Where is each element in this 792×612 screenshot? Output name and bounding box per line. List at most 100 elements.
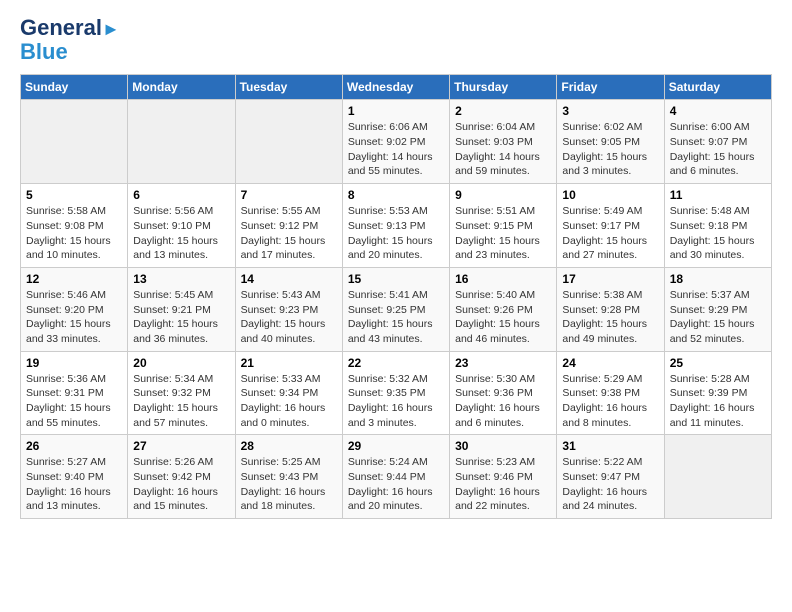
day-info-line: Daylight: 14 hours [348,150,444,165]
day-info-line: and 43 minutes. [348,332,444,347]
day-number: 23 [455,356,551,370]
day-cell: 5Sunrise: 5:58 AMSunset: 9:08 PMDaylight… [21,184,128,268]
week-row-1: 1Sunrise: 6:06 AMSunset: 9:02 PMDaylight… [21,100,772,184]
day-info-line: Daylight: 15 hours [670,317,766,332]
day-info-line: Daylight: 15 hours [26,401,122,416]
day-info-line: Sunset: 9:13 PM [348,219,444,234]
day-info-line: Sunrise: 5:22 AM [562,455,658,470]
day-info-line: Sunrise: 5:29 AM [562,372,658,387]
day-info-line: Daylight: 16 hours [241,485,337,500]
day-info-line: and 27 minutes. [562,248,658,263]
day-info-line: Sunrise: 5:27 AM [26,455,122,470]
day-info-line: Daylight: 15 hours [26,317,122,332]
day-info-line: Sunrise: 5:26 AM [133,455,229,470]
day-info-line: and 17 minutes. [241,248,337,263]
day-info-line: and 52 minutes. [670,332,766,347]
day-info-line: Daylight: 16 hours [670,401,766,416]
day-info-line: Sunset: 9:08 PM [26,219,122,234]
logo-text: General► [20,16,120,40]
weekday-header-sunday: Sunday [21,75,128,100]
day-info-line: Sunrise: 5:34 AM [133,372,229,387]
day-info-line: Sunset: 9:05 PM [562,135,658,150]
day-info-line: and 49 minutes. [562,332,658,347]
day-number: 30 [455,439,551,453]
day-cell: 8 Sunrise: 5:53 AMSunset: 9:13 PMDaylight… [342,184,449,268]
day-info-line: Daylight: 16 hours [348,401,444,416]
day-number: 17 [562,272,658,286]
weekday-header-monday: Monday [128,75,235,100]
weekday-header-row: SundayMondayTuesdayWednesdayThursdayFrid… [21,75,772,100]
day-info-line: and 6 minutes. [455,416,551,431]
day-info-line: Daylight: 16 hours [562,485,658,500]
week-row-2: 5Sunrise: 5:58 AMSunset: 9:08 PMDaylight… [21,184,772,268]
day-number: 15 [348,272,444,286]
day-info-line: Sunset: 9:40 PM [26,470,122,485]
day-info-line: Daylight: 15 hours [348,234,444,249]
day-info-line: Sunrise: 5:41 AM [348,288,444,303]
day-info-line: Sunrise: 5:38 AM [562,288,658,303]
day-info-line: Daylight: 15 hours [670,234,766,249]
day-info-line: Sunrise: 5:56 AM [133,204,229,219]
day-info-line: Sunrise: 5:43 AM [241,288,337,303]
day-info-line: Sunrise: 5:53 AM [348,204,444,219]
day-cell [235,100,342,184]
day-info-line: Sunset: 9:29 PM [670,303,766,318]
day-info-line: Sunrise: 5:25 AM [241,455,337,470]
day-info-line: Sunset: 9:25 PM [348,303,444,318]
day-info-line: and 20 minutes. [348,499,444,514]
day-cell: 24Sunrise: 5:29 AMSunset: 9:38 PMDayligh… [557,351,664,435]
day-info-line: Sunset: 9:03 PM [455,135,551,150]
day-info-line: Sunset: 9:07 PM [670,135,766,150]
day-info-line: Sunrise: 5:58 AM [26,204,122,219]
day-info-line: Sunrise: 5:28 AM [670,372,766,387]
day-info-line: and 57 minutes. [133,416,229,431]
weekday-header-saturday: Saturday [664,75,771,100]
day-cell: 28Sunrise: 5:25 AMSunset: 9:43 PMDayligh… [235,435,342,519]
header: General► Blue [20,16,772,64]
day-info-line: Sunset: 9:17 PM [562,219,658,234]
day-info-line: Sunrise: 6:00 AM [670,120,766,135]
day-info-line: Daylight: 15 hours [670,150,766,165]
day-cell: 10Sunrise: 5:49 AMSunset: 9:17 PMDayligh… [557,184,664,268]
day-info-line: and 33 minutes. [26,332,122,347]
day-number: 8 [348,188,444,202]
day-number: 7 [241,188,337,202]
day-info-line: Sunset: 9:44 PM [348,470,444,485]
day-info-line: and 36 minutes. [133,332,229,347]
day-info-line: Sunrise: 5:23 AM [455,455,551,470]
day-info-line: Sunrise: 6:06 AM [348,120,444,135]
day-info-line: and 23 minutes. [455,248,551,263]
day-info-line: Sunset: 9:10 PM [133,219,229,234]
day-number: 20 [133,356,229,370]
day-info-line: Sunrise: 5:30 AM [455,372,551,387]
logo-blue: Blue [20,40,68,64]
day-info-line: Sunset: 9:26 PM [455,303,551,318]
weekday-header-wednesday: Wednesday [342,75,449,100]
day-cell: 14Sunrise: 5:43 AMSunset: 9:23 PMDayligh… [235,267,342,351]
week-row-3: 12Sunrise: 5:46 AMSunset: 9:20 PMDayligh… [21,267,772,351]
day-info-line: Sunrise: 5:55 AM [241,204,337,219]
day-info-line: Sunrise: 5:32 AM [348,372,444,387]
day-info-line: and 13 minutes. [133,248,229,263]
day-info-line: and 59 minutes. [455,164,551,179]
day-info-line: Sunrise: 6:04 AM [455,120,551,135]
day-info-line: and 3 minutes. [562,164,658,179]
day-info-line: and 15 minutes. [133,499,229,514]
weekday-header-thursday: Thursday [450,75,557,100]
day-info-line: Sunrise: 5:36 AM [26,372,122,387]
day-info-line: Daylight: 15 hours [241,317,337,332]
day-info-line: Daylight: 16 hours [26,485,122,500]
day-cell [21,100,128,184]
day-info-line: Daylight: 15 hours [455,234,551,249]
day-info-line: Sunset: 9:36 PM [455,386,551,401]
day-info-line: Sunset: 9:31 PM [26,386,122,401]
day-cell: 26Sunrise: 5:27 AMSunset: 9:40 PMDayligh… [21,435,128,519]
day-info-line: Daylight: 15 hours [562,234,658,249]
day-cell: 27Sunrise: 5:26 AMSunset: 9:42 PMDayligh… [128,435,235,519]
day-info-line: Sunset: 9:21 PM [133,303,229,318]
calendar-table: SundayMondayTuesdayWednesdayThursdayFrid… [20,74,772,519]
day-info-line: Sunrise: 5:46 AM [26,288,122,303]
day-cell: 11Sunrise: 5:48 AMSunset: 9:18 PMDayligh… [664,184,771,268]
day-number: 25 [670,356,766,370]
day-info-line: Daylight: 16 hours [348,485,444,500]
